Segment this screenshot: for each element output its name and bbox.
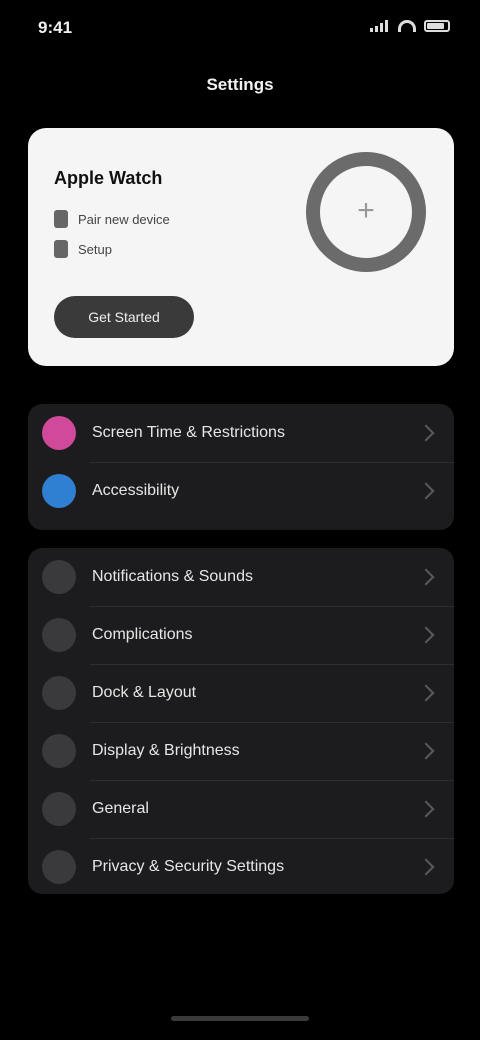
list-item-label: Display & Brightness	[92, 742, 240, 759]
accessibility-icon	[42, 474, 76, 508]
list-item-display[interactable]: Display & Brightness	[28, 722, 454, 780]
list-item-notifications[interactable]: Notifications & Sounds	[28, 548, 454, 606]
list-item-screen-time[interactable]: Screen Time & Restrictions	[28, 404, 454, 462]
status-time: 9:41	[38, 18, 73, 37]
list-item-label: Accessibility	[92, 482, 180, 499]
chevron-right-icon	[417, 858, 435, 876]
list-item-dock[interactable]: Dock & Layout	[28, 664, 454, 722]
list-item-complications[interactable]: Complications	[28, 606, 454, 664]
status-bar: 9:41	[0, 0, 480, 60]
watch-icon	[54, 210, 68, 228]
hero-row-2-label: Setup	[78, 241, 112, 257]
phone-icon	[54, 240, 68, 258]
home-indicator[interactable]	[171, 1016, 309, 1021]
list-item-label: Notifications & Sounds	[92, 568, 253, 585]
battery-icon	[424, 20, 450, 32]
chevron-right-icon	[417, 742, 435, 760]
list-item-general[interactable]: General	[28, 780, 454, 838]
hero-row-1-label: Pair new device	[78, 211, 170, 227]
hourglass-icon	[42, 416, 76, 450]
grid-icon	[42, 618, 76, 652]
chevron-right-icon	[417, 684, 435, 702]
list-item-label: Dock & Layout	[92, 684, 197, 701]
list-item-privacy[interactable]: Privacy & Security Settings	[28, 838, 454, 894]
hero-row-2: Setup	[54, 240, 112, 258]
list-item-label: Complications	[92, 626, 193, 643]
add-device-ring-icon[interactable]	[306, 152, 426, 272]
hero-title: Apple Watch	[54, 168, 163, 188]
signal-icon	[370, 20, 390, 32]
sun-icon	[42, 734, 76, 768]
hand-icon	[42, 850, 76, 884]
list-item-label: Privacy & Security Settings	[92, 858, 285, 875]
chevron-right-icon	[417, 800, 435, 818]
dock-icon	[42, 676, 76, 710]
chevron-right-icon	[417, 424, 435, 442]
page-title: Settings	[206, 75, 274, 94]
settings-group-1: Screen Time & Restrictions Accessibility	[28, 404, 454, 530]
hero-card[interactable]: Apple Watch Pair new device Setup Get St…	[28, 128, 454, 366]
list-item-label: General	[92, 800, 149, 817]
hero-row-1: Pair new device	[54, 210, 170, 228]
list-item-accessibility[interactable]: Accessibility	[28, 462, 454, 520]
status-icons	[370, 20, 450, 32]
settings-group-2: Notifications & Sounds Complications Doc…	[28, 548, 454, 894]
list-item-label: Screen Time & Restrictions	[92, 424, 285, 441]
gear-icon	[42, 792, 76, 826]
bell-icon	[42, 560, 76, 594]
chevron-right-icon	[417, 568, 435, 586]
chevron-right-icon	[417, 482, 435, 500]
wifi-icon	[398, 20, 416, 32]
chevron-right-icon	[417, 626, 435, 644]
get-started-button[interactable]: Get Started	[54, 296, 194, 338]
